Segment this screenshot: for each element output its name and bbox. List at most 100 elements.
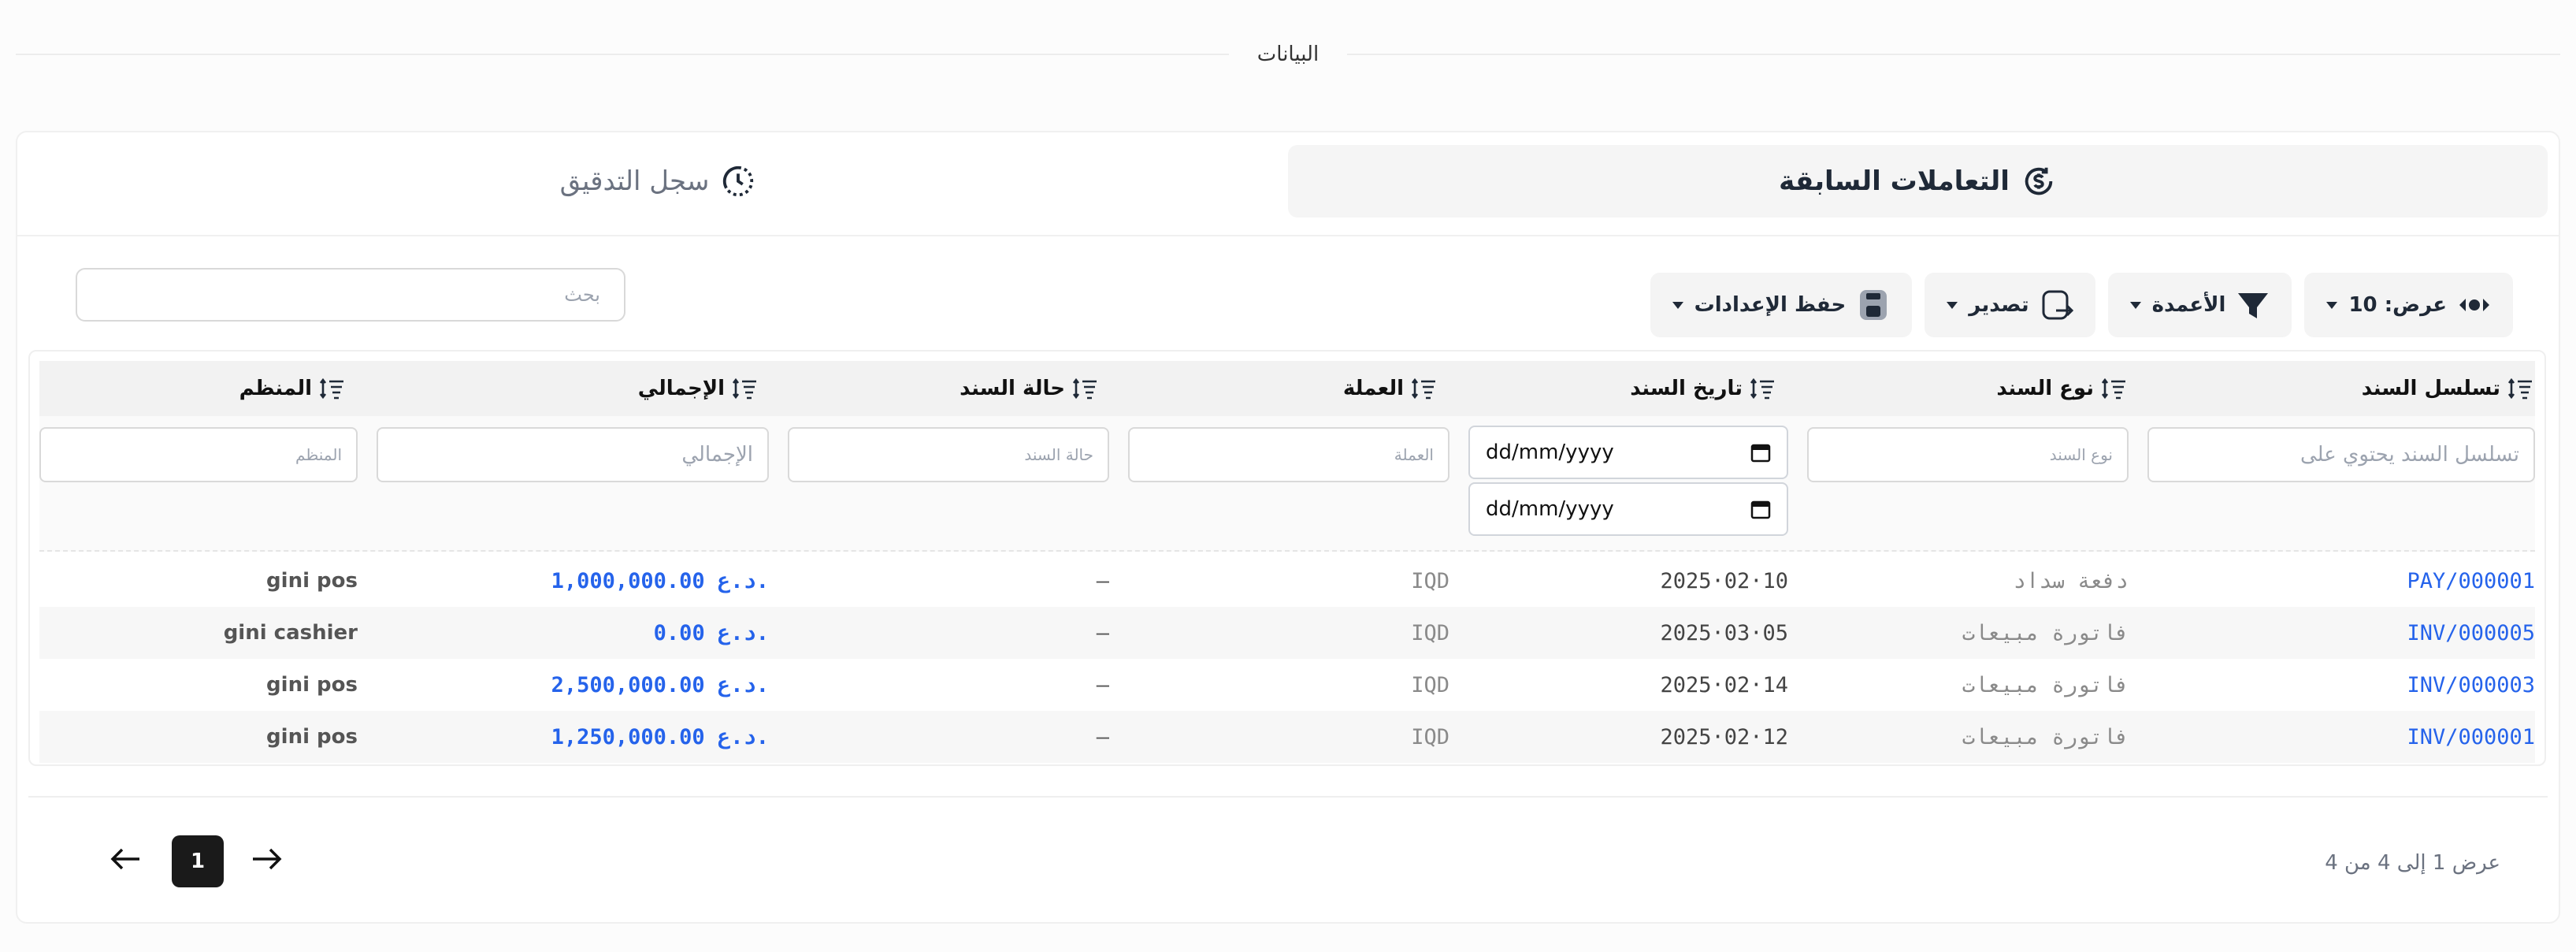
arrow-right-icon <box>251 847 283 876</box>
sort-icon <box>320 375 347 402</box>
header-type[interactable]: نوع السند <box>1996 361 2129 416</box>
header-organizer[interactable]: المنظم <box>239 361 347 416</box>
funnel-icon <box>2236 288 2270 322</box>
page-size-label: عرض: 10 <box>2348 293 2447 317</box>
total-cell: 0.00 د.ع. <box>653 620 769 645</box>
table-section-body: عرض: 10 الأعمدة <box>17 236 2559 920</box>
tab-bar: سجل التدقيق التعاملات السابقة <box>28 145 2548 218</box>
tab-previous-transactions-label: التعاملات السابقة <box>1779 165 2010 197</box>
chevron-down-icon <box>2326 301 2338 309</box>
header-sequence-label: تسلسل السند <box>2361 377 2500 400</box>
sort-icon <box>733 375 759 402</box>
type-cell: فاتورة مبيعات <box>1962 672 2129 697</box>
columns-label: الأعمدة <box>2151 293 2226 317</box>
date-cell: 2025·03·05 <box>1660 620 1788 645</box>
section-title: البيانات <box>1256 43 1320 66</box>
status-cell: — <box>1096 568 1109 593</box>
sort-icon <box>1412 375 1438 402</box>
header-sequence[interactable]: تسلسل السند <box>2362 361 2535 416</box>
save-settings-label: حفظ الإعدادات <box>1694 293 1847 317</box>
tab-previous-transactions[interactable]: التعاملات السابقة <box>1288 145 2548 218</box>
chevron-down-icon <box>2129 301 2141 309</box>
calendar-icon[interactable] <box>1750 499 1771 519</box>
total-cell: 2,500,000.00 د.ع. <box>551 672 769 697</box>
table-toolbar: عرض: 10 الأعمدة تصدير حفظ الإعدادات <box>1650 273 2513 337</box>
type-cell: فاتورة مبيعات <box>1962 724 2129 749</box>
export-button[interactable]: تصدير <box>1925 273 2095 337</box>
export-label: تصدير <box>1969 293 2029 317</box>
currency-cell: IQD <box>1411 620 1449 645</box>
calendar-icon[interactable] <box>1750 442 1771 463</box>
arrow-left-icon <box>109 847 141 876</box>
organizer-filter-input[interactable] <box>39 427 358 482</box>
table-row[interactable]: INV/000001 فاتورة مبيعات 2025·02·12 IQD … <box>39 711 2535 763</box>
currency-cell: IQD <box>1411 724 1449 749</box>
type-cell: دفعة سداد <box>2013 568 2129 593</box>
status-cell: — <box>1096 672 1109 697</box>
header-status[interactable]: حالة السند <box>960 361 1100 416</box>
sort-icon <box>1073 375 1100 402</box>
sequence-link[interactable]: INV/000001 <box>2407 711 2535 763</box>
tab-audit-log[interactable]: سجل التدقيق <box>28 145 1288 218</box>
dollar-refresh-icon <box>2021 163 2057 199</box>
organizer-cell: gini pos <box>266 673 358 697</box>
header-total[interactable]: الإجمالي <box>638 361 759 416</box>
organizer-cell: gini cashier <box>223 621 358 645</box>
tab-audit-log-label: سجل التدقيق <box>559 165 710 197</box>
sequence-filter-input[interactable] <box>2147 427 2535 482</box>
chevron-down-icon <box>1947 301 1958 309</box>
date-from-input[interactable]: dd/mm/yyyy <box>1468 426 1788 479</box>
save-settings-button[interactable]: حفظ الإعدادات <box>1650 273 1913 337</box>
date-to-input[interactable]: dd/mm/yyyy <box>1468 482 1788 536</box>
sort-icon <box>2102 375 2129 402</box>
currency-filter-input[interactable] <box>1128 427 1449 482</box>
header-type-label: نوع السند <box>1996 377 2094 400</box>
total-filter-input[interactable] <box>377 427 769 482</box>
page-button-1[interactable]: 1 <box>172 835 224 887</box>
eye-icon <box>2458 288 2491 322</box>
table-header-row: تسلسل السند نوع السند تاريخ السند العملة… <box>39 361 2535 416</box>
type-cell: فاتورة مبيعات <box>1962 620 2129 645</box>
sequence-link[interactable]: INV/000005 <box>2407 607 2535 659</box>
header-currency-label: العملة <box>1342 377 1404 400</box>
table-filter-row: dd/mm/yyyy dd/mm/yyyy <box>39 416 2535 552</box>
currency-cell: IQD <box>1411 568 1449 593</box>
table-row[interactable]: INV/000005 فاتورة مبيعات 2025·03·05 IQD … <box>39 607 2535 659</box>
sort-icon <box>2508 375 2535 402</box>
pagination-summary: عرض 1 إلى 4 من 4 <box>2325 851 2500 875</box>
sequence-link[interactable]: PAY/000001 <box>2407 555 2535 607</box>
columns-button[interactable]: الأعمدة <box>2107 273 2292 337</box>
footer-divider <box>28 796 2548 798</box>
page-size-button[interactable]: عرض: 10 <box>2304 273 2513 337</box>
organizer-cell: gini pos <box>266 725 358 749</box>
section-divider: البيانات <box>16 35 2560 74</box>
date-cell: 2025·02·14 <box>1660 672 1788 697</box>
header-currency[interactable]: العملة <box>1343 361 1438 416</box>
status-filter-input[interactable] <box>788 427 1109 482</box>
history-icon <box>720 163 756 199</box>
transactions-card: سجل التدقيق التعاملات السابقة بحث عرض: 1… <box>16 131 2560 924</box>
previous-page-button[interactable] <box>99 835 151 887</box>
table-row[interactable]: PAY/000001 دفعة سداد 2025·02·10 IQD — 1,… <box>39 555 2535 607</box>
table-row[interactable]: INV/000003 فاتورة مبيعات 2025·02·14 IQD … <box>39 659 2535 711</box>
organizer-cell: gini pos <box>266 569 358 593</box>
total-cell: 1,250,000.00 د.ع. <box>551 724 769 749</box>
sequence-link[interactable]: INV/000003 <box>2407 659 2535 711</box>
currency-cell: IQD <box>1411 672 1449 697</box>
status-cell: — <box>1096 724 1109 749</box>
status-cell: — <box>1096 620 1109 645</box>
date-cell: 2025·02·10 <box>1660 568 1788 593</box>
header-date[interactable]: تاريخ السند <box>1630 361 1777 416</box>
total-cell: 1,000,000.00 د.ع. <box>551 568 769 593</box>
export-icon <box>2040 288 2073 322</box>
date-to-value: dd/mm/yyyy <box>1486 497 1614 521</box>
header-date-label: تاريخ السند <box>1630 377 1743 400</box>
header-organizer-label: المنظم <box>239 377 312 400</box>
header-total-label: الإجمالي <box>637 377 725 400</box>
sort-icon <box>1750 375 1777 402</box>
type-filter-input[interactable] <box>1807 427 2129 482</box>
date-cell: 2025·02·12 <box>1660 724 1788 749</box>
search-input[interactable] <box>76 268 625 322</box>
next-page-button[interactable] <box>241 835 293 887</box>
chevron-down-icon <box>1672 301 1683 309</box>
